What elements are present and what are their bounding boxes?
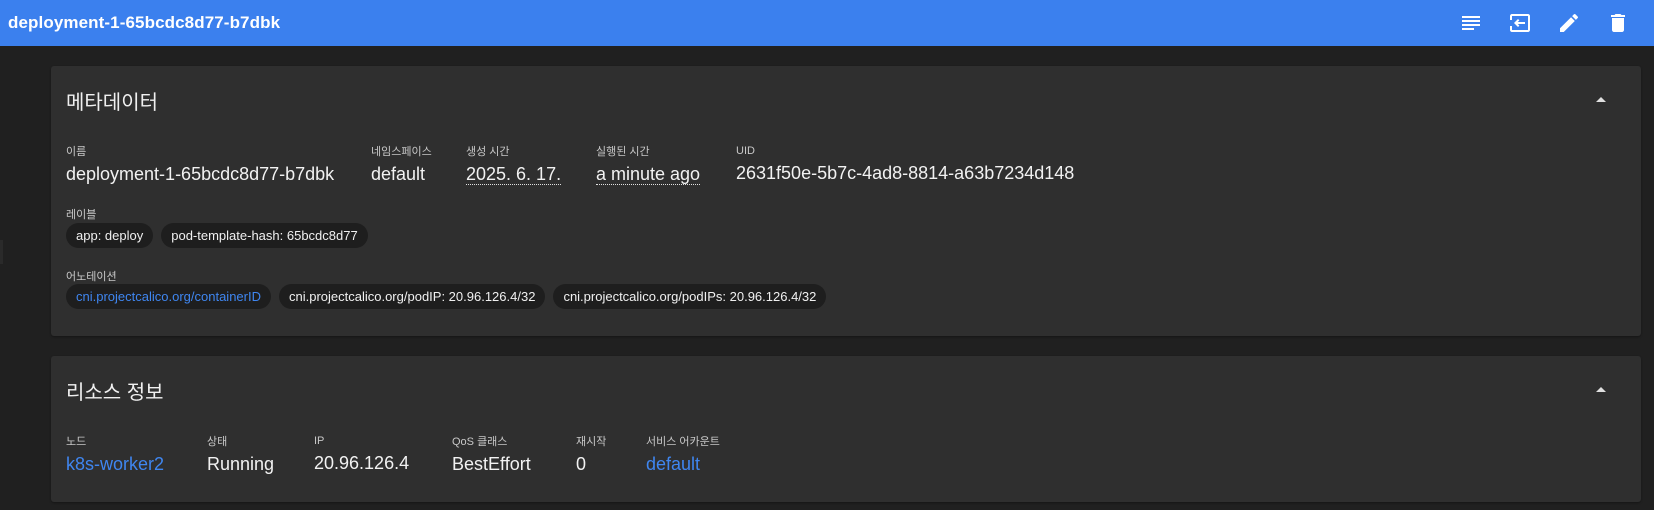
logs-icon: [1462, 16, 1480, 30]
metadata-collapse-button[interactable]: [1589, 88, 1613, 112]
service-account-link[interactable]: default: [646, 454, 720, 475]
uid-field: UID 2631f50e-5b7c-4ad8-8814-a63b7234d148: [736, 145, 1074, 184]
status-field: 상태 Running: [207, 436, 274, 475]
namespace-field: 네임스페이스 default: [371, 146, 432, 185]
labels-chip-list: app: deploy pod-template-hash: 65bcdc8d7…: [66, 223, 368, 248]
metadata-card: 메타데이터 이름 deployment-1-65bcdc8d77-b7dbk 네…: [51, 66, 1641, 336]
ip-label: IP: [314, 435, 325, 447]
restart-field: 재시작 0: [576, 436, 606, 475]
namespace-value: default: [371, 164, 426, 184]
delete-button[interactable]: [1598, 3, 1638, 43]
created-field: 생성 시간 2025. 6. 17.: [466, 146, 562, 185]
name-value: deployment-1-65bcdc8d77-b7dbk: [66, 164, 335, 184]
annotation-chip: cni.projectcalico.org/podIPs: 20.96.126.…: [553, 284, 827, 309]
annotations-chip-list: cni.projectcalico.org/containerID cni.pr…: [66, 284, 827, 309]
started-field: 실행된 시간 a minute ago: [596, 146, 701, 185]
annotation-chip-link[interactable]: cni.projectcalico.org/containerID: [66, 284, 271, 309]
node-label: 노드: [66, 436, 87, 448]
qos-field: QoS 클래스 BestEffort: [452, 436, 531, 475]
logs-button[interactable]: [1451, 3, 1491, 43]
edit-button[interactable]: [1549, 3, 1589, 43]
created-value: 2025. 6. 17.: [466, 164, 562, 185]
name-field: 이름 deployment-1-65bcdc8d77-b7dbk: [66, 146, 334, 185]
restart-label: 재시작: [576, 436, 607, 448]
uid-value: 2631f50e-5b7c-4ad8-8814-a63b7234d148: [736, 163, 1075, 183]
service-account-field: 서비스 어카운트 default: [646, 436, 720, 475]
status-value: Running: [207, 454, 275, 474]
resource-collapse-button[interactable]: [1589, 378, 1613, 402]
chevron-up-icon: [1596, 97, 1606, 102]
node-field: 노드 k8s-worker2: [66, 436, 164, 475]
resource-info-card: 리소스 정보 노드 k8s-worker2 상태 Running IP 20.9…: [51, 356, 1641, 502]
name-label: 이름: [66, 146, 87, 158]
qos-value: BestEffort: [452, 454, 531, 474]
node-link[interactable]: k8s-worker2: [66, 454, 164, 475]
toolbar-actions: [1442, 3, 1638, 43]
uid-label: UID: [736, 145, 755, 157]
delete-icon: [1611, 14, 1625, 32]
sidebar-edge: [0, 240, 3, 264]
annotations-label: 어노테이션: [66, 271, 117, 283]
edit-icon: [1560, 13, 1579, 33]
top-app-bar: deployment-1-65bcdc8d77-b7dbk: [0, 0, 1654, 46]
qos-label: QoS 클래스: [452, 436, 508, 448]
exec-button[interactable]: [1500, 3, 1540, 43]
created-label: 생성 시간: [466, 146, 510, 158]
restart-value: 0: [576, 454, 587, 474]
started-label: 실행된 시간: [596, 146, 650, 158]
service-account-label: 서비스 어카운트: [646, 436, 720, 448]
status-label: 상태: [207, 436, 228, 448]
started-value: a minute ago: [596, 164, 701, 185]
resource-info-title: 리소스 정보: [66, 382, 164, 404]
chevron-up-icon: [1596, 387, 1606, 392]
exec-icon: [1510, 14, 1530, 32]
ip-field: IP 20.96.126.4: [314, 435, 409, 474]
label-chip: app: deploy: [66, 223, 154, 248]
metadata-title: 메타데이터: [66, 92, 158, 114]
ip-value: 20.96.126.4: [314, 453, 410, 473]
namespace-label: 네임스페이스: [371, 146, 432, 158]
page-title: deployment-1-65bcdc8d77-b7dbk: [8, 13, 281, 32]
annotation-chip: cni.projectcalico.org/podIP: 20.96.126.4…: [278, 284, 546, 309]
label-chip: pod-template-hash: 65bcdc8d77: [161, 223, 368, 248]
labels-label: 레이블: [66, 209, 97, 221]
